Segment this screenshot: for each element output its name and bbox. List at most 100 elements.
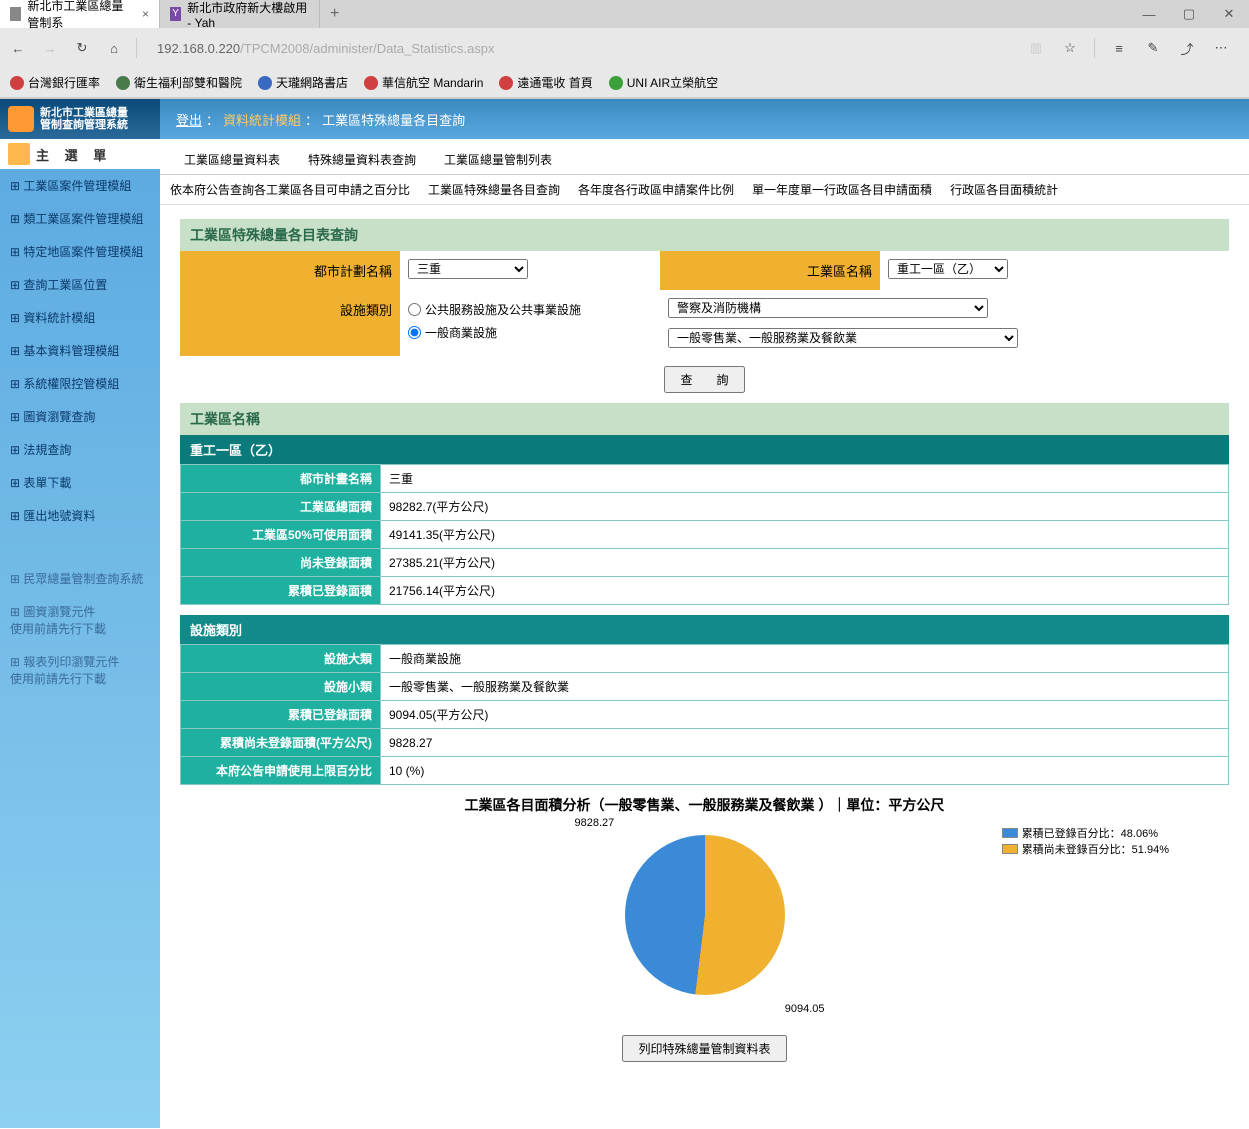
sidebar-menu-item[interactable]: ⊞ 匯出地號資料 (0, 499, 160, 532)
app-header: 新北市工業區總量 管制查詢管理系統 (0, 99, 160, 139)
page-icon: Y (170, 7, 181, 21)
main-tab[interactable]: 工業區總量管制列表 (430, 145, 566, 174)
facility-sub-select-1[interactable]: 警察及消防機構 (668, 298, 988, 318)
sidebar-menu-item[interactable]: ⊞ 工業區案件管理模組 (0, 169, 160, 202)
sidebar-menu-item[interactable]: ⊞ 基本資料管理模組 (0, 334, 160, 367)
main-menu-title: 主 選 單 (0, 139, 160, 169)
facility-sub-select-2[interactable]: 一般零售業、一般服務業及餐飲業 (668, 328, 1018, 348)
menu-icon (8, 143, 30, 165)
legend-swatch-blue (1002, 828, 1018, 838)
query-button[interactable]: 查 詢 (664, 366, 744, 393)
table-cell-value: 9828.27 (381, 729, 1229, 757)
sidebar-menu-item[interactable]: ⊞ 法規查詢 (0, 433, 160, 466)
new-tab-button[interactable]: + (320, 5, 349, 23)
browser-tab-inactive[interactable]: Y 新北市政府新大樓啟用 - Yah (160, 0, 320, 28)
sidebar-menu-item[interactable]: ⊞ 類工業區案件管理模組 (0, 202, 160, 235)
maximize-button[interactable]: ▢ (1169, 0, 1209, 28)
sub-tab[interactable]: 依本府公告查詢各工業區各目可申請之百分比 (170, 181, 410, 198)
chart-title: 工業區各目面積分析（一般零售業、一般服務業及餐飲業 ）｜單位：平方公尺 (180, 785, 1229, 825)
sidebar: 新北市工業區總量 管制查詢管理系統 主 選 單 ⊞ 工業區案件管理模組⊞ 類工業… (0, 99, 160, 1128)
breadcrumb: 登出 ： 資料統計模組 ： 工業區特殊總量各目查詢 (160, 99, 1249, 139)
logout-link[interactable]: 登出 (176, 110, 202, 129)
plan-name-select[interactable]: 三重 (408, 259, 528, 279)
sidebar-menu-item[interactable]: ⊞ 資料統計模組 (0, 301, 160, 334)
table-cell-value: 21756.14(平方公尺) (381, 577, 1229, 605)
table-cell-value: 一般零售業、一般服務業及餐飲業 (381, 673, 1229, 701)
tab-title: 新北市工業區總量管制系 (27, 0, 134, 31)
table-cell-value: 10 (%) (381, 757, 1229, 785)
main-tab[interactable]: 工業區總量資料表 (170, 145, 294, 174)
table-cell-label: 工業區50%可使用面積 (181, 521, 381, 549)
chart-legend: 累積已登錄百分比：48.06% 累積尚未登錄百分比：51.94% (1002, 825, 1169, 857)
sidebar-extra-item[interactable]: ⊞ 報表列印瀏覽元件 使用前請先行下載 (0, 645, 160, 695)
pie-label-bottom: 9094.05 (785, 1003, 825, 1015)
back-button[interactable]: ← (8, 38, 28, 58)
bookmark-item[interactable]: UNI AIR立榮航空 (609, 74, 718, 91)
table-row: 累積已登錄面積9094.05(平方公尺) (181, 701, 1229, 729)
page-icon (10, 7, 21, 21)
reading-view-icon[interactable]: ▥ (1026, 38, 1046, 58)
table-cell-label: 都市計畫名稱 (181, 465, 381, 493)
facility-radio-commercial[interactable] (408, 326, 421, 339)
bookmark-item[interactable]: 遠通電收 首頁 (499, 74, 592, 91)
table-cell-label: 累積已登錄面積 (181, 701, 381, 729)
sidebar-extra-item[interactable]: ⊞ 民眾總量管制查詢系統 (0, 562, 160, 595)
result-table-1: 都市計畫名稱三重工業區總面積98282.7(平方公尺)工業區50%可使用面積49… (180, 464, 1229, 605)
table-cell-value: 9094.05(平方公尺) (381, 701, 1229, 729)
sub-tab[interactable]: 單一年度單一行政區各目申請面積 (752, 181, 932, 198)
pie-chart (625, 835, 785, 995)
query-panel-title: 工業區特殊總量各目表查詢 (180, 219, 1229, 251)
facility-radio-public[interactable] (408, 303, 421, 316)
home-button[interactable]: ⌂ (104, 38, 124, 58)
sidebar-menu-item[interactable]: ⊞ 圖資瀏覽查詢 (0, 400, 160, 433)
result-section1-title: 工業區名稱 (180, 403, 1229, 435)
main-tab[interactable]: 特殊總量資料表查詢 (294, 145, 430, 174)
tab-bar: 新北市工業區總量管制系 × Y 新北市政府新大樓啟用 - Yah + — ▢ ✕ (0, 0, 1249, 28)
address-bar[interactable]: 192.168.0.220/TPCM2008/administer/Data_S… (149, 37, 1004, 60)
result-section1-subtitle: 重工一區（乙） (180, 435, 1229, 464)
sub-tab[interactable]: 行政區各目面積統計 (950, 181, 1058, 198)
sidebar-menu-item[interactable]: ⊞ 系統權限控管模組 (0, 367, 160, 400)
plan-name-label: 都市計劃名稱 (180, 251, 400, 290)
chart-area: 9828.27 9094.05 累積已登錄百分比：48.06% 累積尚未登錄百分… (180, 825, 1229, 1025)
hub-icon[interactable]: ≡ (1109, 38, 1129, 58)
close-icon[interactable]: × (142, 7, 149, 21)
favorite-icon[interactable]: ☆ (1060, 38, 1080, 58)
print-button[interactable]: 列印特殊總量管制資料表 (622, 1035, 786, 1062)
breadcrumb-page: 工業區特殊總量各目查詢 (322, 110, 465, 129)
close-window-button[interactable]: ✕ (1209, 0, 1249, 28)
sub-tab[interactable]: 各年度各行政區申請案件比例 (578, 181, 734, 198)
zone-name-label: 工業區名稱 (660, 251, 880, 290)
zone-name-select[interactable]: 重工一區（乙） (888, 259, 1008, 279)
table-row: 都市計畫名稱三重 (181, 465, 1229, 493)
table-row: 設施大類一般商業設施 (181, 645, 1229, 673)
refresh-button[interactable]: ↻ (72, 38, 92, 58)
notes-icon[interactable]: ✎ (1143, 38, 1163, 58)
sidebar-extra-item[interactable]: ⊞ 圖資瀏覽元件 使用前請先行下載 (0, 595, 160, 645)
table-row: 設施小類一般零售業、一般服務業及餐飲業 (181, 673, 1229, 701)
bookmark-item[interactable]: 台灣銀行匯率 (10, 74, 100, 91)
table-cell-value: 49141.35(平方公尺) (381, 521, 1229, 549)
table-cell-label: 設施小類 (181, 673, 381, 701)
table-cell-label: 累積已登錄面積 (181, 577, 381, 605)
bookmark-item[interactable]: 天瓏網路書店 (258, 74, 348, 91)
forward-button[interactable]: → (40, 38, 60, 58)
app-logo-icon (8, 106, 34, 132)
browser-tab-active[interactable]: 新北市工業區總量管制系 × (0, 0, 160, 28)
sub-tab[interactable]: 工業區特殊總量各目查詢 (428, 181, 560, 198)
query-form: 都市計劃名稱 三重 工業區名稱 重工一區（乙） 設施類別 公共服務設施及公共事業… (180, 251, 1229, 356)
more-icon[interactable]: ⋯ (1211, 38, 1231, 58)
main-content: 登出 ： 資料統計模組 ： 工業區特殊總量各目查詢 工業區總量資料表特殊總量資料… (160, 99, 1249, 1128)
sidebar-menu-item[interactable]: ⊞ 表單下載 (0, 466, 160, 499)
share-icon[interactable]: ⤴ (1177, 38, 1197, 58)
bookmark-item[interactable]: 華信航空 Mandarin (364, 74, 483, 91)
sidebar-menu-item[interactable]: ⊞ 特定地區案件管理模組 (0, 235, 160, 268)
facility-type-label: 設施類別 (180, 290, 400, 356)
sidebar-menu-item[interactable]: ⊞ 查詢工業區位置 (0, 268, 160, 301)
tab-title: 新北市政府新大樓啟用 - Yah (187, 0, 309, 30)
table-cell-value: 三重 (381, 465, 1229, 493)
minimize-button[interactable]: — (1129, 0, 1169, 28)
bookmark-item[interactable]: 衛生福利部雙和醫院 (116, 74, 242, 91)
table-cell-value: 27385.21(平方公尺) (381, 549, 1229, 577)
tabs-main: 工業區總量資料表特殊總量資料表查詢工業區總量管制列表 (160, 139, 1249, 175)
